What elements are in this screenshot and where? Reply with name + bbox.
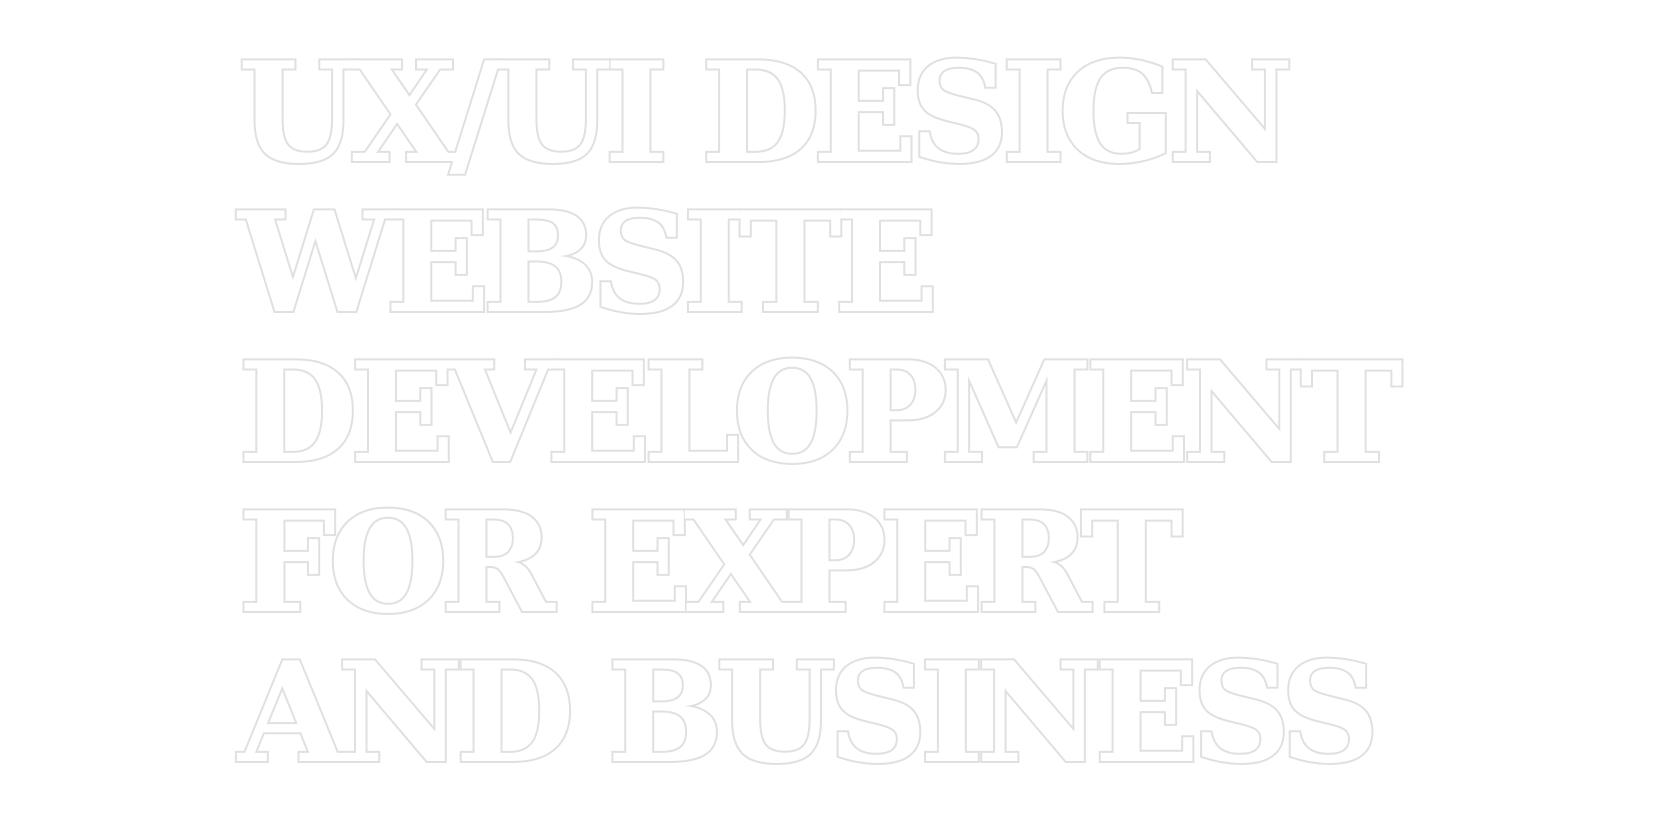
hero-headline: UX/UI DESIGN WEBSITE DEVELOPMENT FOR EXP… xyxy=(236,31,1405,794)
hero-section: UX/UI DESIGN WEBSITE DEVELOPMENT FOR EXP… xyxy=(0,0,1680,820)
headline-line-4: FOR EXPERT xyxy=(236,481,1185,644)
headline-line-5: AND BUSINESS xyxy=(236,631,1382,794)
headline-line-3: DEVELOPMENT xyxy=(236,331,1405,494)
headline-line-1: UX/UI DESIGN xyxy=(236,31,1296,194)
headline-line-2: WEBSITE xyxy=(236,181,941,344)
